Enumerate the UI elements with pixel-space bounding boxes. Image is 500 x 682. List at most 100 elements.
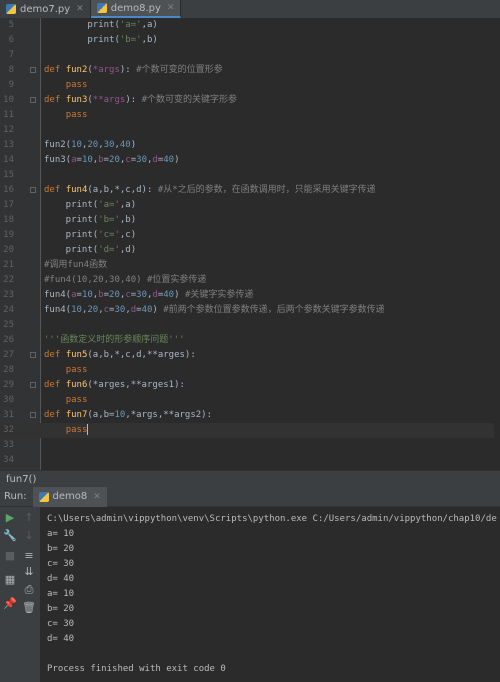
python-file-icon xyxy=(38,491,49,502)
run-config-tab[interactable]: demo8 ✕ xyxy=(32,486,107,507)
close-icon[interactable]: ✕ xyxy=(167,3,175,13)
python-file-icon xyxy=(96,3,107,13)
code-text: print('d=',d) xyxy=(44,245,137,255)
editor-scrollbar[interactable] xyxy=(494,18,500,470)
print-icon[interactable]: ⎙ xyxy=(22,583,36,597)
code-text: def fun6(*arges,**arges1): xyxy=(44,380,185,390)
wrench-icon[interactable]: 🔧 xyxy=(3,529,17,543)
code-line[interactable]: 25 xyxy=(0,318,500,333)
close-icon[interactable]: ✕ xyxy=(76,4,84,14)
code-line[interactable]: 23 fun4(a=10,b=20,c=30,d=40) #关键字实参传递 xyxy=(0,288,500,303)
line-number: 28 xyxy=(3,365,14,375)
layout-icon[interactable]: ▦ xyxy=(3,573,17,587)
line-number: 27 xyxy=(3,350,14,360)
code-line[interactable]: 16 def fun4(a,b,*,c,d): #从*之后的参数，在函数调用时，只… xyxy=(0,183,500,198)
code-text: '''函数定义时的形参顺序问题''' xyxy=(44,335,185,345)
close-icon[interactable]: ✕ xyxy=(93,492,101,502)
scroll-end-icon[interactable]: ⇊ xyxy=(22,565,36,579)
trash-icon[interactable]: 🗑 xyxy=(22,601,36,615)
line-number: 15 xyxy=(3,170,14,180)
code-line[interactable]: 26 '''函数定义时的形参顺序问题''' xyxy=(0,333,500,348)
line-number: 25 xyxy=(3,320,14,330)
line-number: 33 xyxy=(3,440,14,450)
code-line[interactable]: 28 pass xyxy=(0,363,500,378)
code-line[interactable]: 9 pass xyxy=(0,78,500,93)
code-line[interactable]: 11 pass xyxy=(0,108,500,123)
code-text: pass xyxy=(65,424,89,435)
fold-marker-icon[interactable] xyxy=(30,97,36,103)
run-console[interactable]: C:\Users\admin\vippython\venv\Scripts\py… xyxy=(40,507,500,682)
fold-marker-icon[interactable] xyxy=(30,412,36,418)
line-number: 11 xyxy=(3,110,14,120)
code-line[interactable]: 32 pass xyxy=(0,423,500,438)
line-number: 5 xyxy=(8,20,14,30)
code-text: def fun3(**args): #个数可变的关键字形参 xyxy=(44,95,237,105)
stop-icon[interactable]: ■ xyxy=(3,549,17,563)
breadcrumb-function[interactable]: fun7() xyxy=(6,474,36,485)
line-number: 31 xyxy=(3,410,14,420)
line-number: 7 xyxy=(8,50,14,60)
code-line[interactable]: 27 def fun5(a,b,*,c,d,**arges): xyxy=(0,348,500,363)
code-line[interactable]: 24 fun4(10,20,c=30,d=40) #前两个参数位置参数传递，后两个… xyxy=(0,303,500,318)
code-line[interactable]: 15 xyxy=(0,168,500,183)
code-line[interactable]: 18 print('b=',b) xyxy=(0,213,500,228)
code-line[interactable]: 5 print('a=',a) xyxy=(0,18,500,33)
line-number: 14 xyxy=(3,155,14,165)
code-line[interactable]: 20 print('d=',d) xyxy=(0,243,500,258)
code-text: fun4(a=10,b=20,c=30,d=40) #关键字实参传递 xyxy=(44,290,254,300)
breadcrumb[interactable]: fun7() xyxy=(0,470,500,487)
code-text: pass xyxy=(65,110,88,120)
fold-marker-icon[interactable] xyxy=(30,67,36,73)
line-number: 26 xyxy=(3,335,14,345)
line-number: 18 xyxy=(3,215,14,225)
line-number: 6 xyxy=(8,35,14,45)
code-line[interactable]: 6 print('b=',b) xyxy=(0,33,500,48)
run-tool-strip: ▶ ↑ 🔧 ↓ ■ ≡ ⇊ ▦ ⎙ 📌 🗑 xyxy=(0,507,41,682)
console-line: a= 10 xyxy=(47,589,75,599)
line-number: 13 xyxy=(3,140,14,150)
line-number: 9 xyxy=(8,80,14,90)
code-line[interactable]: 8 def fun2(*args): #个数可变的位置形参 xyxy=(0,63,500,78)
code-line[interactable]: 30 pass xyxy=(0,393,500,408)
code-line[interactable]: 29 def fun6(*arges,**arges1): xyxy=(0,378,500,393)
tab-demo8[interactable]: demo8.py ✕ xyxy=(90,0,182,18)
line-number: 24 xyxy=(3,305,14,315)
rerun-icon[interactable]: ▶ xyxy=(3,511,17,525)
code-line[interactable]: 14 fun3(a=10,b=20,c=30,d=40) xyxy=(0,153,500,168)
line-number: 30 xyxy=(3,395,14,405)
code-text: def fun5(a,b,*,c,d,**arges): xyxy=(44,350,196,360)
code-line[interactable]: 34 xyxy=(0,453,500,468)
line-number: 19 xyxy=(3,230,14,240)
code-line[interactable]: 22 #fun4(10,20,30,40) #位置实参传递 xyxy=(0,273,500,288)
code-line[interactable]: 31 def fun7(a,b=10,*args,**args2): xyxy=(0,408,500,423)
code-text: print('b=',b) xyxy=(44,215,137,225)
code-line[interactable]: 33 xyxy=(0,438,500,453)
code-line[interactable]: 7 xyxy=(0,48,500,63)
console-line: d= 40 xyxy=(47,634,75,644)
code-editor[interactable]: 5 print('a=',a) 6 print('b=',b) 7 8 def fun2… xyxy=(0,18,500,470)
run-label: Run: xyxy=(4,491,27,502)
code-line[interactable]: 10 def fun3(**args): #个数可变的关键字形参 xyxy=(0,93,500,108)
console-line: a= 10 xyxy=(47,529,75,539)
console-line: b= 20 xyxy=(47,544,75,554)
fold-marker-icon[interactable] xyxy=(30,187,36,193)
down-arrow-icon[interactable]: ↓ xyxy=(22,529,36,543)
code-line[interactable]: 21 #调用fun4函数 xyxy=(0,258,500,273)
code-text: print('c=',c) xyxy=(44,230,137,240)
line-number: 12 xyxy=(3,125,14,135)
code-line[interactable]: 17 print('a=',a) xyxy=(0,198,500,213)
fold-marker-icon[interactable] xyxy=(30,352,36,358)
run-config-name: demo8 xyxy=(52,491,88,502)
line-number: 20 xyxy=(3,245,14,255)
up-arrow-icon[interactable]: ↑ xyxy=(22,511,36,525)
code-line[interactable]: 19 print('c=',c) xyxy=(0,228,500,243)
soft-wrap-icon[interactable]: ≡ xyxy=(22,549,36,563)
console-line: c= 30 xyxy=(47,619,75,629)
pin-icon[interactable]: 📌 xyxy=(3,597,17,611)
fold-marker-icon[interactable] xyxy=(30,382,36,388)
code-line[interactable]: 12 xyxy=(0,123,500,138)
tab-demo7[interactable]: demo7.py ✕ xyxy=(0,0,91,18)
code-text: fun2(10,20,30,40) xyxy=(44,140,137,150)
line-number: 8 xyxy=(8,65,14,75)
code-line[interactable]: 13 fun2(10,20,30,40) xyxy=(0,138,500,153)
